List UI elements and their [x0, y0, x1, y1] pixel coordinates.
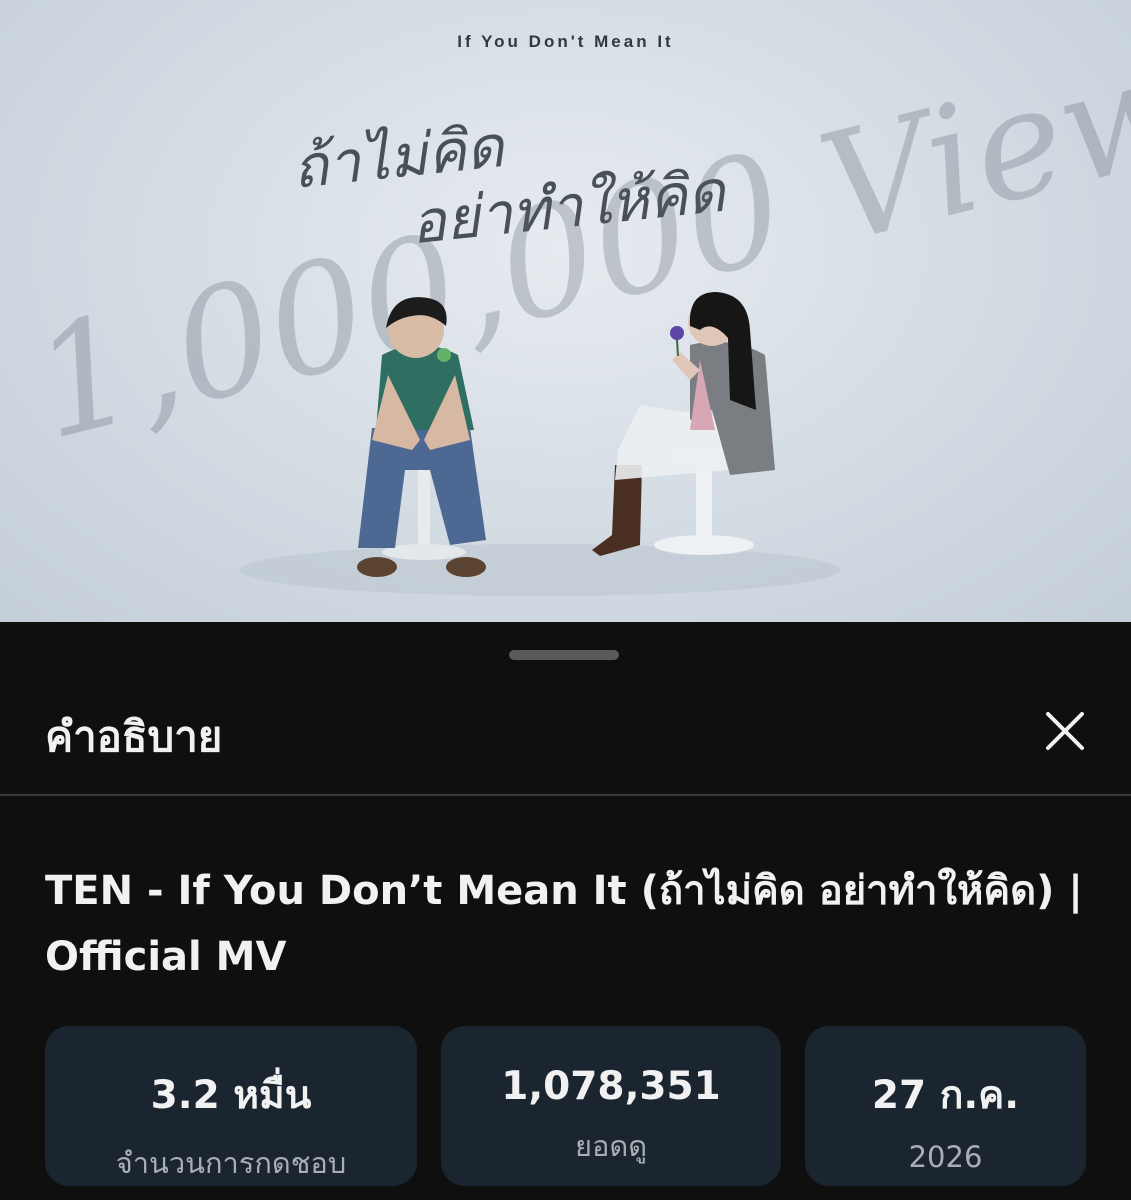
video-title: TEN - If You Don’t Mean It (ถ้าไม่คิด อย… [45, 868, 1083, 980]
drag-handle[interactable] [509, 650, 619, 660]
sheet-title: คำอธิบาย [45, 712, 223, 761]
views-count: 1,078,351 [501, 1064, 721, 1109]
date-stat: 27 ก.ค. 2026 [805, 1026, 1086, 1186]
person-right [592, 292, 775, 556]
video-player[interactable]: If You Don't Mean It ถ้าไม่คิด อย่าทำให้… [0, 0, 1131, 622]
video-scene [240, 292, 840, 596]
likes-stat: 3.2 หมื่น จำนวนการกดชอบ [45, 1026, 417, 1186]
close-button[interactable] [1036, 702, 1094, 760]
views-stat: 1,078,351 ยอดดู [441, 1026, 781, 1186]
views-label: ยอดดู [574, 1129, 648, 1163]
description-sheet: คำอธิบาย TEN - If You Don’t Mean It (ถ้า… [0, 626, 1131, 1200]
publish-year: 2026 [908, 1140, 983, 1174]
likes-count: 3.2 หมื่น [150, 1073, 312, 1118]
person-left [357, 297, 486, 577]
close-icon [1046, 712, 1084, 750]
divider [0, 794, 1131, 796]
likes-label: จำนวนการกดชอบ [115, 1146, 347, 1180]
publish-date: 27 ก.ค. [871, 1073, 1020, 1118]
